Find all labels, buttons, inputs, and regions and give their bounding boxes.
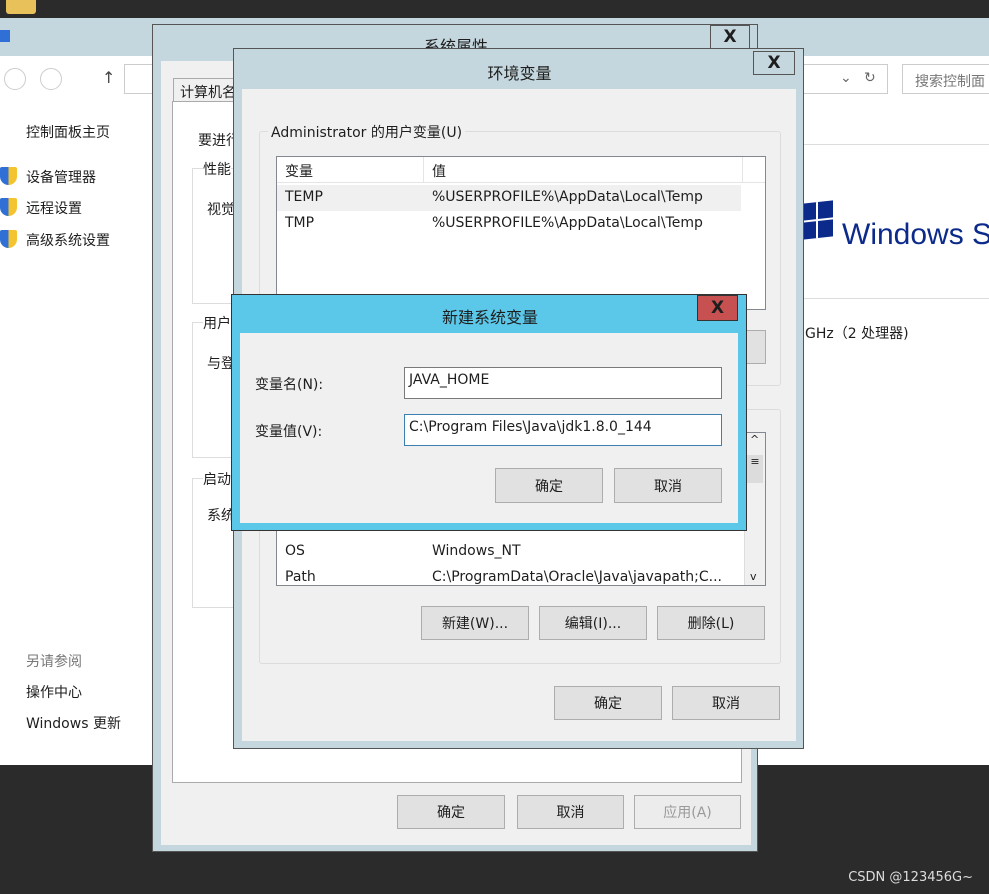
nav-home[interactable]: 控制面板主页 <box>26 122 110 142</box>
back-button[interactable] <box>4 68 26 90</box>
ok-button[interactable]: 确定 <box>495 468 603 503</box>
apply-button[interactable]: 应用(A) <box>634 795 741 829</box>
close-button[interactable]: X <box>753 51 795 75</box>
dialog-title: 环境变量 <box>487 64 552 83</box>
nav-advanced-settings[interactable]: 高级系统设置 <box>0 230 110 250</box>
folder-icon[interactable] <box>6 0 36 14</box>
cpu-info: GHz（2 处理器) <box>805 326 909 342</box>
up-arrow-icon[interactable]: ↑ <box>102 68 115 87</box>
new-system-variable-dialog: 新建系统变量 X 变量名(N): JAVA_HOME 变量值(V): C:\Pr… <box>231 294 747 531</box>
close-button[interactable]: X <box>697 295 738 321</box>
close-button[interactable]: X <box>710 25 750 49</box>
group-title: Administrator 的用户变量(U) <box>268 122 466 142</box>
table-row[interactable]: TEMP %USERPROFILE%\AppData\Local\Temp <box>277 185 741 211</box>
divider <box>800 144 989 145</box>
delete-button[interactable]: 删除(L) <box>657 606 765 640</box>
dialog-body: 变量名(N): JAVA_HOME 变量值(V): C:\Program Fil… <box>240 333 738 523</box>
dialog-title: 新建系统变量 <box>441 308 538 327</box>
nav-device-manager[interactable]: 设备管理器 <box>0 167 96 187</box>
scrollbar[interactable]: ^ ≡ v <box>744 433 765 585</box>
link-windows-update[interactable]: Windows 更新 <box>26 713 121 733</box>
variable-value-input[interactable]: C:\Program Files\Java\jdk1.8.0_144 <box>404 414 722 446</box>
link-action-center[interactable]: 操作中心 <box>26 682 82 702</box>
variable-name-input[interactable]: JAVA_HOME <box>404 367 722 399</box>
scroll-thumb[interactable]: ≡ <box>747 455 763 483</box>
chevron-down-icon[interactable]: ⌄ <box>840 70 852 86</box>
table-row[interactable]: TMP %USERPROFILE%\AppData\Local\Temp <box>277 211 765 237</box>
variable-value-label: 变量值(V): <box>255 424 323 440</box>
computer-icon <box>0 30 10 42</box>
table-row[interactable]: OS Windows_NT <box>277 539 765 565</box>
shield-icon <box>0 198 17 216</box>
refresh-icon[interactable]: ↻ <box>864 70 876 86</box>
column-header-name[interactable]: 变量 <box>285 161 313 181</box>
column-header-value[interactable]: 值 <box>432 161 446 181</box>
ok-button[interactable]: 确定 <box>397 795 505 829</box>
edit-button[interactable]: 编辑(I)... <box>539 606 647 640</box>
shield-icon <box>0 230 17 248</box>
search-input[interactable]: 搜索控制面 <box>902 64 989 94</box>
forward-button[interactable] <box>40 68 62 90</box>
list-header: 变量 值 <box>277 157 765 183</box>
new-button[interactable]: 新建(W)... <box>421 606 529 640</box>
variable-name-label: 变量名(N): <box>255 377 324 393</box>
cancel-button[interactable]: 取消 <box>517 795 624 829</box>
table-row[interactable]: Path C:\ProgramData\Oracle\Java\javapath;… <box>277 565 765 585</box>
scroll-up-icon[interactable]: ^ <box>750 433 759 446</box>
scroll-down-icon[interactable]: v <box>750 570 757 583</box>
brand-text: Windows Se <box>842 218 989 251</box>
cancel-button[interactable]: 取消 <box>614 468 722 503</box>
ok-button[interactable]: 确定 <box>554 686 662 720</box>
windows-logo-icon <box>803 200 833 240</box>
nav-remote-settings[interactable]: 远程设置 <box>0 198 82 218</box>
shield-icon <box>0 167 17 185</box>
see-also-heading: 另请参阅 <box>26 654 82 670</box>
cancel-button[interactable]: 取消 <box>672 686 780 720</box>
watermark: CSDN @123456G~ <box>848 870 973 885</box>
divider <box>800 298 989 299</box>
user-variables-list[interactable]: 变量 值 TEMP %USERPROFILE%\AppData\Local\Tem… <box>276 156 766 310</box>
